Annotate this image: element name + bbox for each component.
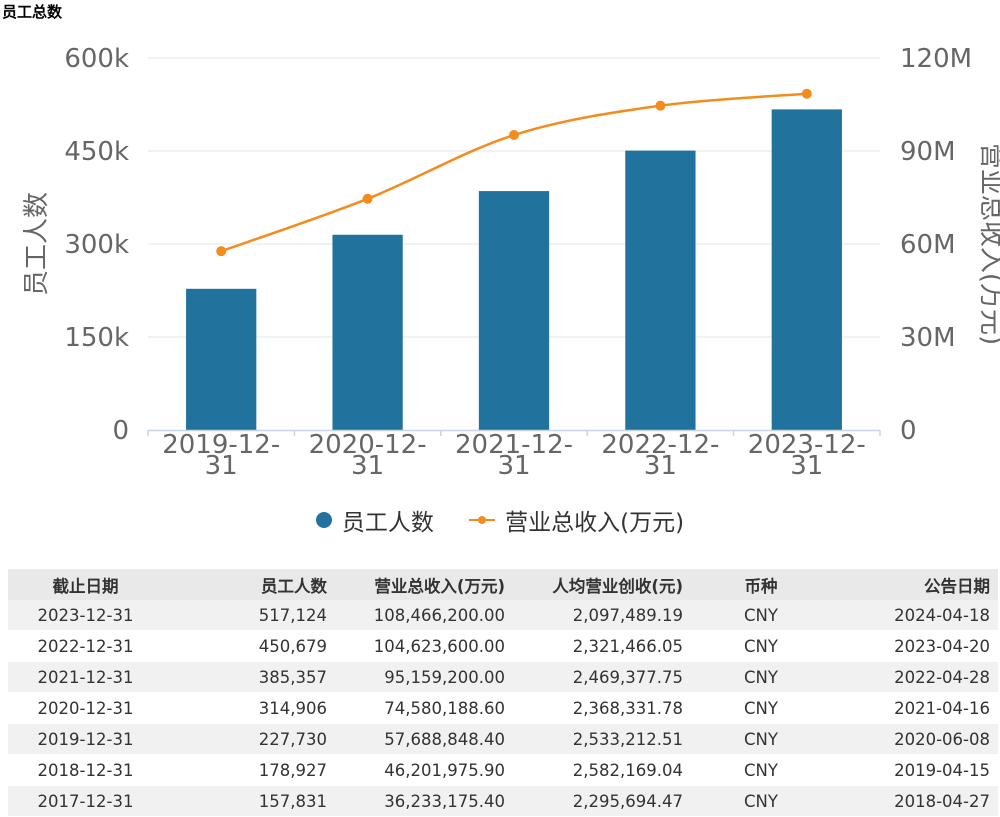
table-cell: CNY	[691, 754, 831, 786]
employee-table: 截止日期 员工人数 营业总收入(万元) 人均营业创收(元) 币种 公告日期 20…	[8, 569, 998, 817]
legend-bar-swatch	[315, 512, 332, 528]
table-cell: 2,097,489.19	[513, 600, 691, 631]
col-header-revenue: 营业总收入(万元)	[335, 569, 513, 600]
table-header-row: 截止日期 员工人数 营业总收入(万元) 人均营业创收(元) 币种 公告日期	[8, 569, 998, 600]
bar	[625, 150, 696, 430]
table-cell: 450,679	[163, 630, 335, 662]
table-cell: 108,466,200.00	[335, 600, 513, 631]
table-cell: 2022-04-28	[831, 661, 998, 693]
table-cell: 2020-06-08	[831, 723, 998, 755]
x-tick-label: 31	[205, 451, 238, 481]
table-cell: 2,321,466.05	[513, 630, 691, 662]
table-cell: CNY	[691, 785, 831, 817]
table-row: 2019-12-31 227,730 57,688,848.40 2,533,212.…	[8, 723, 998, 755]
x-tick-label: 31	[351, 451, 384, 481]
legend-item-line[interactable]: 营业总收入(万元)	[469, 503, 684, 537]
table-cell: 2018-04-27	[831, 785, 998, 817]
table-row: 2017-12-31 157,831 36,233,175.40 2,295,694.…	[8, 785, 998, 817]
y-right-tick-label: 60M	[900, 230, 956, 260]
y-left-axis-title: 员工人数	[22, 192, 52, 296]
table-cell: 2019-04-15	[831, 754, 998, 786]
table-cell: CNY	[691, 692, 831, 724]
y-right-axis-title: 营业总收入(万元)	[976, 143, 1000, 345]
table-cell: 178,927	[163, 754, 335, 786]
col-header-per-capita: 人均营业创收(元)	[513, 569, 691, 600]
combo-chart: 0 150k 300k 450k 600k 0 30M 60M 90M 120M 员工人数 营业总收入…	[22, 44, 1000, 481]
table-cell: 2,368,331.78	[513, 692, 691, 724]
table-cell: 157,831	[163, 785, 335, 817]
table-cell: 57,688,848.40	[335, 723, 513, 755]
y-right-tick-label: 90M	[900, 137, 956, 167]
table-cell: 2020-12-31	[8, 692, 163, 724]
table-cell: CNY	[691, 723, 831, 755]
col-header-announce-date: 公告日期	[831, 569, 998, 600]
table-cell: 2023-04-20	[831, 630, 998, 662]
legend-line-label: 营业总收入(万元)	[505, 510, 685, 536]
table-cell: 2019-12-31	[8, 723, 163, 755]
col-header-currency: 币种	[691, 569, 831, 600]
table-cell: 2024-04-18	[831, 600, 998, 631]
table-cell: CNY	[691, 661, 831, 693]
table-cell: 36,233,175.40	[335, 785, 513, 817]
bar	[478, 191, 550, 430]
table-cell: CNY	[691, 600, 831, 631]
legend-line-swatch	[469, 512, 496, 528]
y-left-tick-label: 150k	[64, 323, 129, 353]
col-header-employees: 员工人数	[163, 569, 335, 600]
table-cell: 2,469,377.75	[513, 661, 691, 693]
table-cell: 517,124	[163, 600, 335, 631]
y-left-tick-label: 600k	[64, 44, 129, 74]
legend-item-bar[interactable]: 员工人数	[315, 503, 434, 537]
table-cell: 314,906	[163, 692, 335, 724]
table-cell: 2,295,694.47	[513, 785, 691, 817]
col-header-date: 截止日期	[8, 569, 163, 600]
table-cell: 385,357	[163, 661, 335, 693]
y-right-tick-label: 0	[900, 416, 917, 446]
revenue-point	[362, 193, 373, 204]
bar	[332, 234, 403, 430]
table-cell: 2018-12-31	[8, 754, 163, 786]
revenue-point	[655, 100, 666, 111]
table-cell: 74,580,188.60	[335, 692, 513, 724]
table-cell: 104,623,600.00	[335, 630, 513, 662]
table-row: 2020-12-31 314,906 74,580,188.60 2,368,331.…	[8, 692, 998, 724]
table-cell: 227,730	[163, 723, 335, 755]
x-tick-label: 31	[790, 451, 823, 481]
table-cell: 95,159,200.00	[335, 661, 513, 693]
table-cell: CNY	[691, 630, 831, 662]
revenue-point	[216, 246, 227, 257]
table-row: 2022-12-31 450,679 104,623,600.00 2,321,466…	[8, 630, 998, 662]
table-cell: 2,582,169.04	[513, 754, 691, 786]
y-right-tick-label: 30M	[900, 323, 956, 353]
x-tick-label: 31	[644, 451, 677, 481]
table-cell: 2017-12-31	[8, 785, 163, 817]
table-row: 2018-12-31 178,927 46,201,975.90 2,582,169.…	[8, 754, 998, 786]
y-left-tick-label: 0	[112, 416, 129, 446]
bar	[771, 109, 842, 430]
table-cell: 2023-12-31	[8, 600, 163, 631]
x-tick-label: 31	[497, 451, 530, 481]
revenue-point	[509, 130, 519, 141]
revenue-point	[801, 88, 812, 99]
table-cell: 2021-04-16	[831, 692, 998, 724]
y-left-tick-label: 450k	[64, 137, 129, 167]
y-right-tick-label: 120M	[900, 44, 972, 74]
y-left-tick-label: 300k	[64, 230, 129, 260]
table-row: 2023-12-31 517,124 108,466,200.00 2,097,489…	[8, 600, 998, 631]
table-cell: 2,533,212.51	[513, 723, 691, 755]
legend-bar-label: 员工人数	[341, 510, 434, 536]
table-row: 2021-12-31 385,357 95,159,200.00 2,469,377.…	[8, 661, 998, 693]
bar	[186, 288, 257, 430]
table-cell: 46,201,975.90	[335, 754, 513, 786]
table-cell: 2021-12-31	[8, 661, 163, 693]
table-cell: 2022-12-31	[8, 630, 163, 662]
chart-legend: 员工人数 营业总收入(万元)	[0, 503, 1000, 537]
